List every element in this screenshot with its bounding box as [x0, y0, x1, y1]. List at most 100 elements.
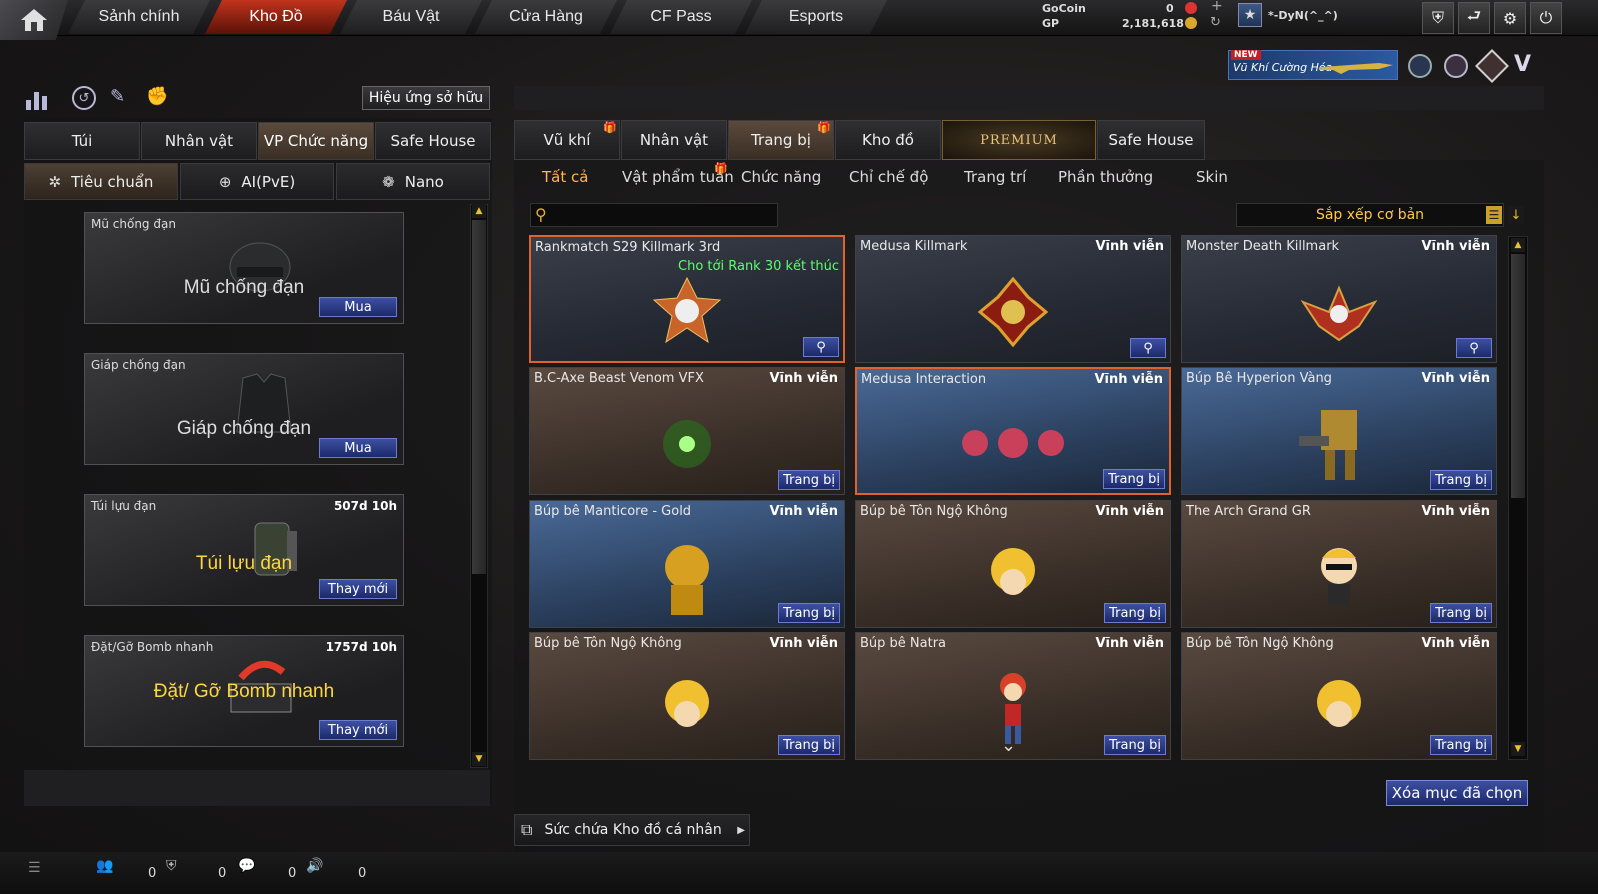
item-card[interactable]: Búp bê Manticore - Gold Vĩnh viễn Trang …	[529, 500, 845, 628]
sort-select[interactable]: Sắp xếp cơ bản	[1236, 203, 1504, 227]
tab-bag[interactable]: Túi	[24, 122, 140, 160]
chat-bubble-icon[interactable]: 💬	[238, 858, 255, 874]
item-card[interactable]: The Arch Grand GR Vĩnh viễn Trang bị	[1181, 500, 1497, 628]
item-card[interactable]: Búp bê Natra Vĩnh viễn ⌄ Trang bị	[855, 632, 1171, 760]
promo-banner[interactable]: NEW Vũ Khí Cường Hóa	[1228, 50, 1398, 80]
item-card[interactable]: Búp bê Tôn Ngộ Không Vĩnh viễn Trang bị	[1181, 632, 1497, 760]
gift-icon: 🎁	[603, 121, 617, 134]
equip-button[interactable]: Trang bị	[1430, 470, 1492, 490]
equip-button[interactable]: Trang bị	[778, 735, 840, 755]
tab-functional-items[interactable]: VP Chức năng	[258, 122, 374, 160]
scroll-down-arrow-icon[interactable]: ▼	[1511, 742, 1525, 756]
tab-safe-house[interactable]: Safe House	[375, 122, 491, 160]
history-icon[interactable]: ↺	[72, 86, 96, 110]
item-duration: Vĩnh viễn	[769, 504, 838, 519]
clan-shield-icon[interactable]: ⛨	[166, 858, 177, 874]
item-name: Búp bê Tôn Ngộ Không	[860, 504, 1008, 519]
tab-right-safe-house[interactable]: Safe House	[1097, 120, 1205, 160]
expand-chevron-icon[interactable]: ⌄	[1001, 735, 1016, 756]
item-card[interactable]: B.C-Axe Beast Venom VFX Vĩnh viễn Trang …	[529, 367, 845, 495]
left-scroll-thumb[interactable]	[472, 220, 486, 574]
buy-button[interactable]: Mua	[319, 438, 397, 458]
tab-premium[interactable]: PREMIUM	[942, 120, 1096, 160]
shield-icon[interactable]: ⛨	[1422, 2, 1454, 34]
tab-weapons[interactable]: Vũ khí 🎁	[514, 120, 620, 160]
subtab-ai-pve[interactable]: ⊕ AI(PvE)	[180, 163, 334, 200]
tab-esports[interactable]: Esports	[745, 0, 887, 34]
equip-button[interactable]: Trang bị	[1430, 603, 1492, 623]
equip-button[interactable]: Trang bị	[778, 470, 840, 490]
v-logo-icon[interactable]: V	[1514, 52, 1531, 77]
item-card[interactable]: Medusa Killmark Vĩnh viễn ⚲	[855, 235, 1171, 363]
tab-treasure[interactable]: Báu Vật	[340, 0, 482, 34]
functional-item-card[interactable]: Đặt/Gỡ Bomb nhanh 1757d 10h Đặt/ Gỡ Bomb…	[84, 635, 404, 747]
gear-icon[interactable]: ⚙	[1494, 2, 1526, 34]
buy-button[interactable]: Mua	[319, 297, 397, 317]
item-card[interactable]: Búp bê Tôn Ngộ Không Vĩnh viễn Trang bị	[529, 632, 845, 760]
item-card[interactable]: Medusa Interaction Vĩnh viễn Trang bị	[855, 367, 1171, 495]
item-card[interactable]: Búp bê Tôn Ngộ Không Vĩnh viễn Trang bị	[855, 500, 1171, 628]
owned-effects-button[interactable]: Hiệu ứng sở hữu	[362, 86, 490, 110]
functional-item-card[interactable]: Túi lựu đạn 507d 10h Túi lựu đạn Thay mớ…	[84, 494, 404, 606]
skull-badge-icon[interactable]	[1475, 49, 1509, 83]
tab-storage[interactable]: Kho đồ	[835, 120, 941, 160]
globe-icon[interactable]	[1444, 54, 1468, 78]
item-card[interactable]: Monster Death Killmark Vĩnh viễn ⚲	[1181, 235, 1497, 363]
right-scroll-thumb[interactable]	[1511, 254, 1525, 498]
item-card[interactable]: Rankmatch S29 Killmark 3rd Cho tới Rank …	[529, 235, 845, 363]
exit-room-icon[interactable]: ⮐	[1458, 2, 1490, 34]
stats-icon[interactable]	[26, 86, 52, 110]
tab-cf-pass[interactable]: CF Pass	[610, 0, 752, 34]
functional-item-card[interactable]: Mũ chống đạn Mũ chống đạn Mua	[84, 212, 404, 324]
refresh-icon[interactable]: ↻	[1210, 15, 1221, 30]
capacity-bar[interactable]: ⧉ Sức chứa Kho đồ cá nhân ▶	[514, 814, 750, 846]
filter-decor[interactable]: Trang trí	[964, 168, 1026, 186]
filter-functional[interactable]: Chức năng	[741, 168, 821, 186]
speaker-count: 0	[358, 866, 367, 881]
scroll-up-arrow-icon[interactable]: ▲	[472, 204, 486, 218]
tab-character[interactable]: Nhân vật	[141, 122, 257, 160]
filter-skin[interactable]: Skin	[1196, 168, 1228, 186]
emblem-icon[interactable]	[1408, 54, 1432, 78]
tab-inventory[interactable]: Kho Đồ	[205, 0, 347, 34]
medusa-doll-icon	[962, 428, 1064, 459]
item-card[interactable]: Búp Bê Hyperion Vàng Vĩnh viễn Trang bị	[1181, 367, 1497, 495]
list-view-icon[interactable]: ☰	[1486, 206, 1502, 224]
item-name: Búp bê Natra	[860, 636, 947, 651]
functional-item-card[interactable]: Giáp chống đạn Giáp chống đạn Mua	[84, 353, 404, 465]
zoom-button[interactable]: ⚲	[1456, 338, 1492, 358]
equip-button[interactable]: Trang bị	[1430, 735, 1492, 755]
chevron-right-icon: ▶	[737, 824, 745, 836]
fist-icon[interactable]: ✊	[146, 86, 170, 110]
sort-desc-icon[interactable]: ↓	[1508, 206, 1524, 224]
scroll-down-arrow-icon[interactable]: ▼	[472, 752, 486, 766]
filter-all[interactable]: Tất cả	[542, 168, 588, 186]
scroll-up-arrow-icon[interactable]: ▲	[1511, 238, 1525, 252]
zoom-button[interactable]: ⚲	[803, 337, 839, 357]
spray-icon[interactable]: ✎	[110, 86, 134, 110]
equip-button[interactable]: Trang bị	[778, 603, 840, 623]
item-name: Búp bê Manticore - Gold	[534, 504, 692, 519]
subtab-standard[interactable]: ✲ Tiêu chuẩn	[24, 163, 178, 200]
tab-equipment[interactable]: Trang bị 🎁	[728, 120, 834, 160]
tab-lobby[interactable]: Sảnh chính	[68, 0, 210, 34]
search-box[interactable]: ⚲	[530, 203, 778, 227]
renew-button[interactable]: Thay mới	[319, 579, 397, 599]
equip-button[interactable]: Trang bị	[1103, 469, 1165, 489]
add-coin-icon[interactable]: +	[1211, 0, 1223, 14]
zoom-button[interactable]: ⚲	[1130, 338, 1166, 358]
renew-button[interactable]: Thay mới	[319, 720, 397, 740]
friends-icon[interactable]: 👥	[96, 858, 113, 874]
clear-selected-button[interactable]: Xóa mục đã chọn	[1386, 780, 1528, 806]
speaker-icon[interactable]: 🔊	[306, 858, 323, 874]
subtab-nano[interactable]: ❁ Nano	[336, 163, 490, 200]
search-input[interactable]	[557, 206, 773, 224]
filter-mode-only[interactable]: Chỉ chế độ	[849, 168, 928, 186]
equip-button[interactable]: Trang bị	[1104, 735, 1166, 755]
equip-button[interactable]: Trang bị	[1104, 603, 1166, 623]
filter-rewards[interactable]: Phần thưởng	[1058, 168, 1153, 186]
menu-lines-icon[interactable]: ☰	[28, 860, 41, 876]
tab-shop[interactable]: Cửa Hàng	[475, 0, 617, 34]
tab-characters[interactable]: Nhân vật	[621, 120, 727, 160]
power-icon[interactable]: ⏻	[1530, 2, 1562, 34]
